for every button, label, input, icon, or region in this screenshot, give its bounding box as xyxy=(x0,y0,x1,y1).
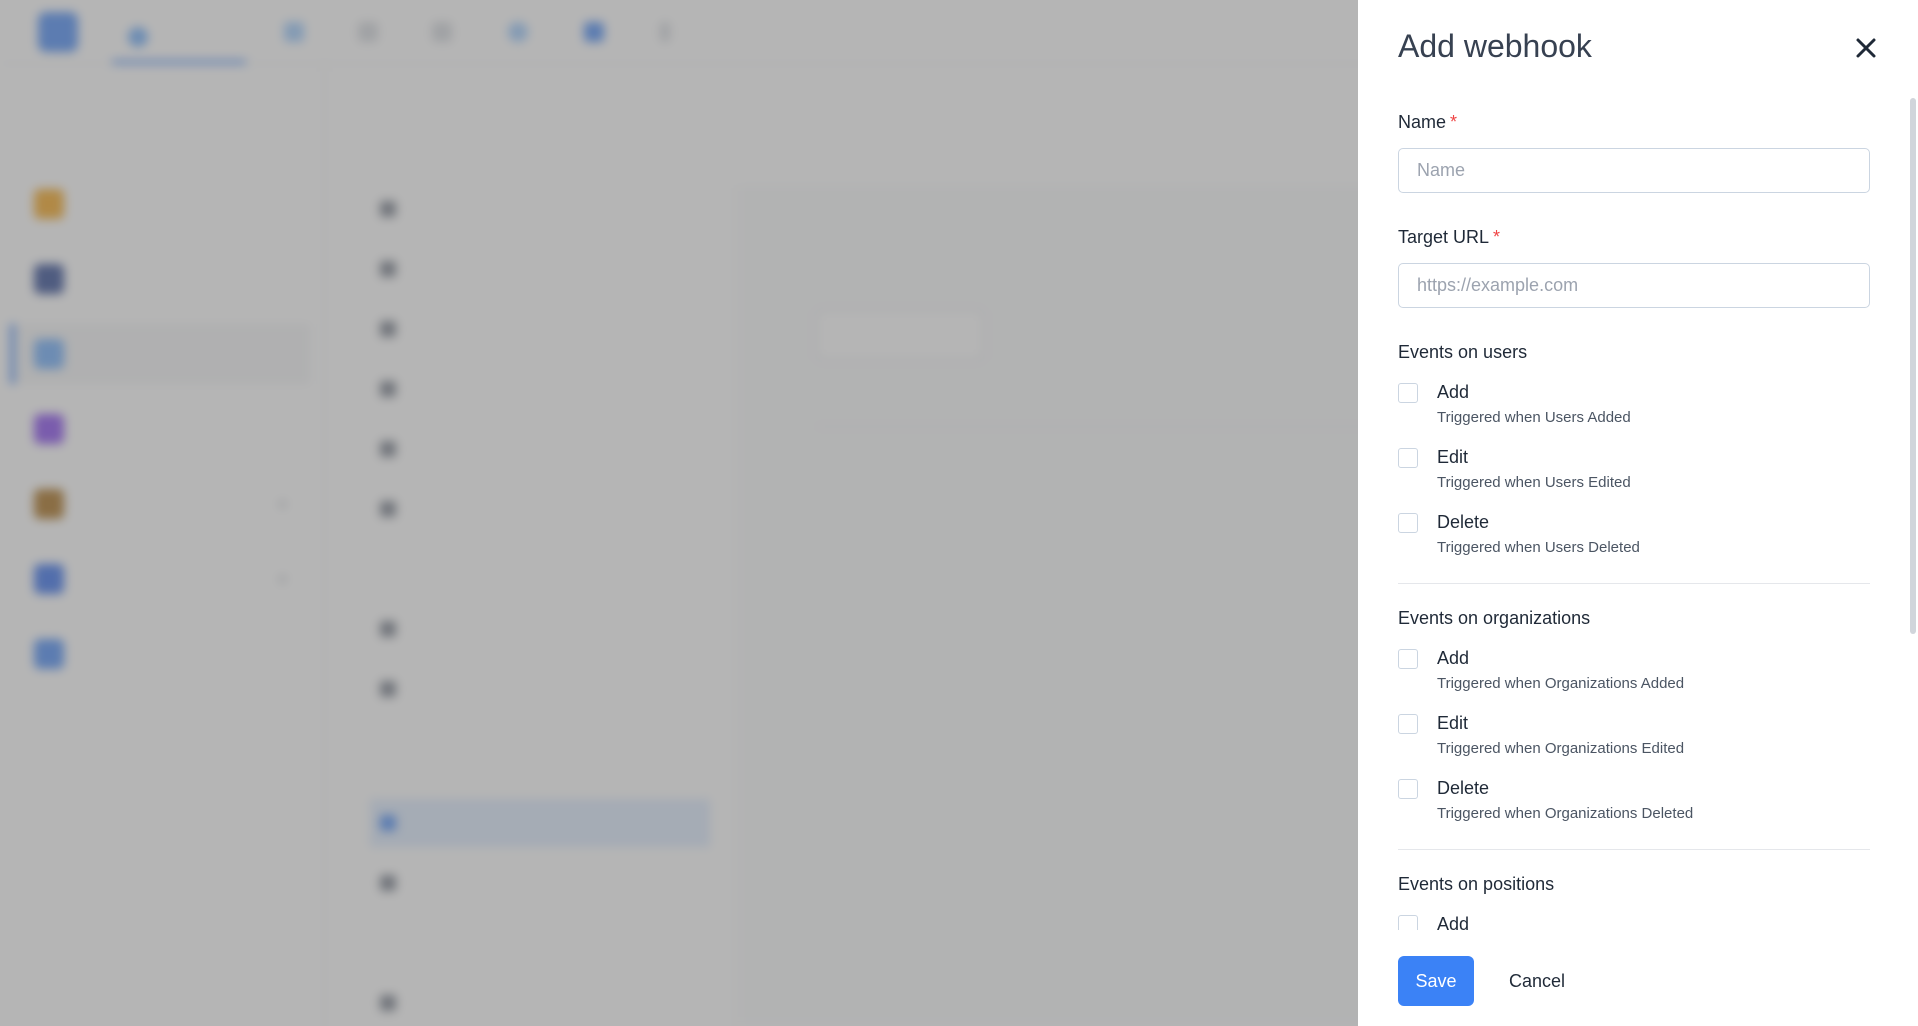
divider xyxy=(1398,583,1870,584)
users-edit-label: Edit xyxy=(1437,447,1469,467)
organizations-delete-checkbox[interactable] xyxy=(1398,779,1418,799)
drawer-title: Add webhook xyxy=(1398,28,1592,64)
cancel-button[interactable]: Cancel xyxy=(1492,956,1582,1006)
users-add-desc: Triggered when Users Added xyxy=(1437,409,1631,426)
organizations-delete-label: Delete xyxy=(1437,778,1490,798)
users-add-label: Add xyxy=(1437,382,1470,402)
name-label-text: Name xyxy=(1398,112,1447,132)
name-input[interactable] xyxy=(1398,148,1870,193)
organizations-add-desc: Triggered when Organizations Added xyxy=(1437,675,1685,692)
divider xyxy=(1398,849,1870,850)
users-delete-desc: Triggered when Users Deleted xyxy=(1437,539,1640,556)
name-label: Name * xyxy=(1398,112,1457,133)
target-url-input[interactable] xyxy=(1398,263,1870,308)
target-url-label-text: Target URL xyxy=(1398,227,1490,247)
required-mark: * xyxy=(1450,112,1458,132)
users-edit-desc: Triggered when Users Edited xyxy=(1437,474,1631,491)
events-positions-title: Events on positions xyxy=(1398,874,1555,894)
users-edit-checkbox[interactable] xyxy=(1398,448,1418,468)
users-add-checkbox[interactable] xyxy=(1398,383,1418,403)
events-organizations-title: Events on organizations xyxy=(1398,608,1591,628)
organizations-add-checkbox[interactable] xyxy=(1398,649,1418,669)
save-button[interactable]: Save xyxy=(1398,956,1474,1006)
users-delete-checkbox[interactable] xyxy=(1398,513,1418,533)
add-webhook-drawer: Add webhook Name* Target URL* Events on … xyxy=(1358,0,1918,1026)
close-button[interactable] xyxy=(1846,28,1886,68)
target-url-label: Target URL * xyxy=(1398,227,1500,248)
organizations-edit-checkbox[interactable] xyxy=(1398,714,1418,734)
events-users-title: Events on users xyxy=(1398,342,1528,362)
required-mark: * xyxy=(1493,227,1501,247)
organizations-delete-desc: Triggered when Organizations Deleted xyxy=(1437,805,1694,822)
organizations-add-label: Add xyxy=(1437,648,1470,668)
drawer-scrollbar-thumb[interactable] xyxy=(1910,98,1916,634)
organizations-edit-label: Edit xyxy=(1437,713,1469,733)
close-icon xyxy=(1856,38,1876,58)
users-delete-label: Delete xyxy=(1437,512,1490,532)
organizations-edit-desc: Triggered when Organizations Edited xyxy=(1437,740,1685,757)
